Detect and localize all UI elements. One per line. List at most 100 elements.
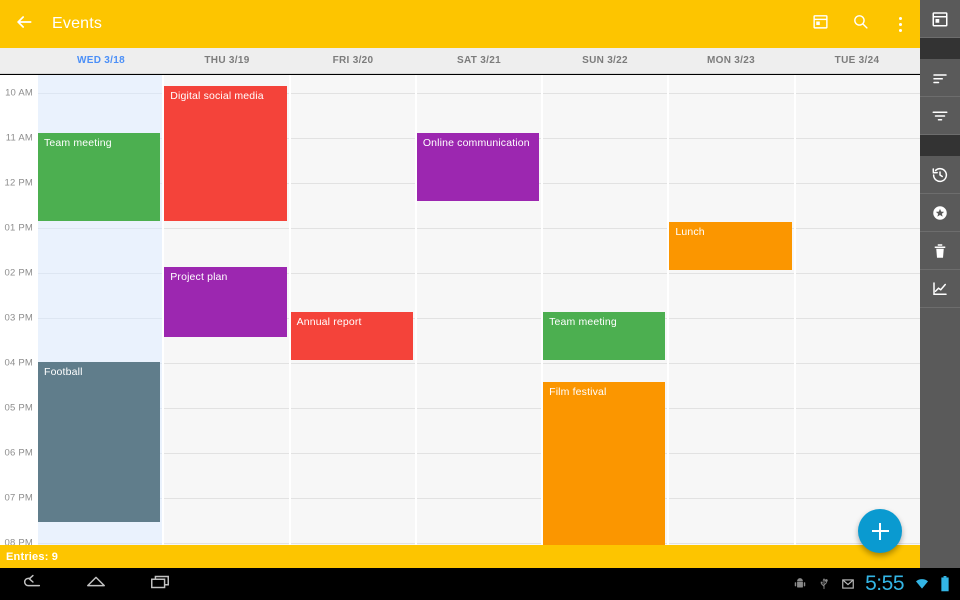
calendar-event[interactable]: Online communication (416, 133, 540, 201)
hour-gridline (669, 363, 794, 364)
time-label: 05 PM (4, 402, 33, 414)
rail-item-filter[interactable] (920, 97, 960, 135)
overflow-menu-button[interactable] (880, 0, 920, 48)
back-icon (21, 571, 43, 598)
usb-icon (817, 577, 831, 591)
nav-home-button[interactable] (64, 568, 128, 600)
hour-gridline (290, 228, 415, 229)
calendar-event[interactable]: Team meeting (543, 312, 666, 360)
hour-gridline (164, 228, 289, 229)
calendar-grid[interactable]: 10 AM 11 AM 12 PM 01 PM 02 PM 03 PM 04 PM 05 PM… (0, 75, 920, 545)
rail-item-stats[interactable] (920, 270, 960, 308)
time-label: 02 PM (4, 267, 33, 279)
calendar-event[interactable]: Lunch (669, 222, 792, 270)
wifi-icon (914, 576, 930, 592)
app-bar: Events (0, 0, 920, 48)
hour-gridline (164, 543, 289, 544)
day-column[interactable]: Team meeting Film festival (543, 75, 670, 545)
day-header-thu[interactable]: THU 3/19 (164, 48, 290, 73)
rail-item-calendar[interactable] (920, 0, 960, 38)
hour-gridline (416, 543, 542, 544)
calendar-event[interactable]: Film festival (543, 382, 666, 545)
battery-icon (940, 576, 950, 592)
hour-gridline (290, 498, 415, 499)
hour-gridline (164, 498, 289, 499)
day-header-fri[interactable]: FRI 3/20 (290, 48, 416, 73)
time-label: 03 PM (4, 312, 33, 324)
time-label: 04 PM (4, 357, 33, 369)
day-header-mon[interactable]: MON 3/23 (668, 48, 794, 73)
calendar-event[interactable]: Annual report (290, 312, 413, 360)
event-title: Film festival (549, 386, 607, 398)
day-column[interactable]: Online communication (416, 75, 544, 545)
arrow-left-icon (14, 12, 34, 37)
calendar-event[interactable]: Project plan (164, 267, 287, 337)
rail-item-favorites[interactable] (920, 194, 960, 232)
nav-back-button[interactable] (0, 568, 64, 600)
day-header-sun[interactable]: SUN 3/22 (542, 48, 668, 73)
hour-gridline (669, 93, 794, 94)
hour-gridline (795, 228, 920, 229)
calendar-view-button[interactable] (800, 0, 840, 48)
sort-icon (931, 69, 949, 87)
filter-icon (931, 107, 949, 125)
time-label: 07 PM (4, 492, 33, 504)
hour-gridline (669, 408, 794, 409)
hour-gridline (164, 408, 289, 409)
day-header-wed[interactable]: WED 3/18 (38, 48, 164, 73)
day-column[interactable]: Team meeting Football (38, 75, 165, 545)
hour-gridline (795, 273, 920, 274)
time-axis: 10 AM 11 AM 12 PM 01 PM 02 PM 03 PM 04 PM 05 PM… (0, 75, 38, 545)
hour-gridline (416, 228, 542, 229)
search-button[interactable] (840, 0, 880, 48)
hour-gridline (290, 138, 415, 139)
hour-gridline (416, 498, 542, 499)
hour-gridline (795, 318, 920, 319)
rail-item-history[interactable] (920, 156, 960, 194)
plus-icon (871, 522, 889, 540)
entries-count-label: Entries: 9 (6, 550, 59, 563)
hour-gridline (669, 453, 794, 454)
event-title: Lunch (675, 226, 705, 238)
time-label: 06 PM (4, 447, 33, 459)
day-header-tue[interactable]: TUE 3/24 (794, 48, 920, 73)
hour-gridline (416, 408, 542, 409)
hour-gridline (669, 183, 794, 184)
add-event-fab[interactable] (858, 509, 902, 553)
hour-gridline (543, 183, 668, 184)
hour-gridline (416, 93, 542, 94)
calendar-event[interactable]: Digital social media (164, 86, 287, 221)
day-column[interactable] (795, 75, 920, 545)
event-title: Project plan (170, 271, 228, 283)
day-header-gutter (0, 48, 38, 73)
page-title: Events (52, 15, 103, 32)
calendar-event[interactable]: Football (38, 362, 161, 522)
calendar-event[interactable]: Team meeting (38, 133, 161, 221)
event-title: Online communication (422, 137, 530, 149)
day-column[interactable]: Lunch (669, 75, 796, 545)
search-icon (852, 13, 869, 35)
rail-divider-2 (920, 135, 960, 156)
trash-icon (931, 242, 949, 260)
hour-gridline (669, 318, 794, 319)
day-header-sat[interactable]: SAT 3/21 (416, 48, 542, 73)
hour-gridline (795, 93, 920, 94)
rail-item-delete[interactable] (920, 232, 960, 270)
rail-item-sort[interactable] (920, 59, 960, 97)
hour-gridline (795, 498, 920, 499)
hour-gridline (416, 318, 542, 319)
time-label: 12 PM (4, 177, 33, 189)
hour-gridline (543, 93, 668, 94)
tablet-screen: Events WED 3/18 THU 3/19 FRI 3/20 SAT 3/… (0, 0, 960, 600)
nav-recents-button[interactable] (128, 568, 192, 600)
hour-gridline (416, 273, 542, 274)
event-title: Team meeting (44, 137, 112, 149)
day-column[interactable]: Annual report (290, 75, 417, 545)
back-button[interactable] (0, 0, 48, 48)
hour-gridline (795, 453, 920, 454)
time-label: 11 AM (5, 132, 33, 144)
star-icon (931, 204, 949, 222)
hour-gridline (795, 138, 920, 139)
event-title: Digital social media (170, 90, 264, 102)
day-column[interactable]: Digital social media Project plan (164, 75, 291, 545)
